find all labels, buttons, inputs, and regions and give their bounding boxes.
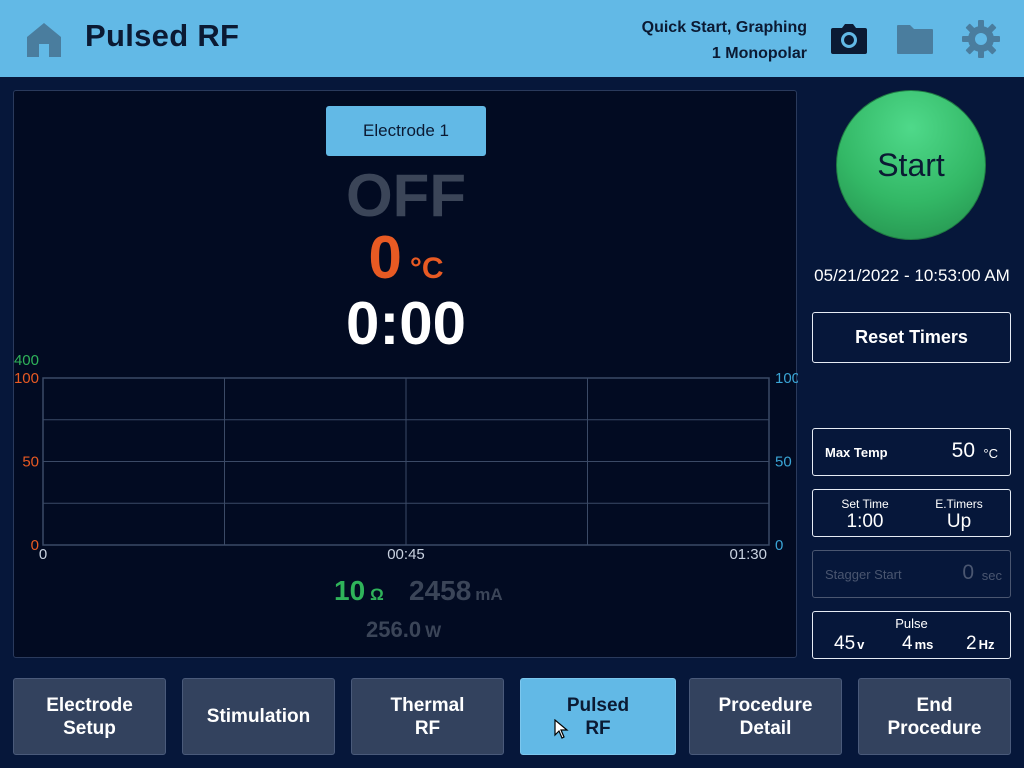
x-tick: 01:30 — [729, 546, 767, 561]
y-tick-left: 0 — [31, 537, 39, 554]
set-time-label: Set Time — [841, 497, 889, 511]
e-timers-value: Up — [946, 511, 972, 532]
timer-settings[interactable]: Set Time 1:00 E.Timers Up — [812, 489, 1011, 537]
y-tick-right: 0 — [775, 537, 783, 554]
pulse-voltage-value: 45 — [834, 633, 856, 654]
max-temp-label: Max Temp — [825, 445, 888, 460]
mouse-cursor-icon — [554, 719, 569, 739]
current-value: 2458 — [409, 575, 472, 606]
graph-chart: 1005004001005000 00:45 01:30 — [14, 352, 798, 561]
temperature-unit: °C — [409, 252, 444, 285]
impedance-readout: 10 Ω — [334, 575, 384, 607]
home-icon[interactable] — [24, 20, 64, 60]
pulse-width-value: 4 — [902, 633, 913, 654]
pulse-rate-value: 2 — [966, 633, 977, 654]
reset-timers-button[interactable]: Reset Timers — [812, 312, 1011, 363]
set-time: Set Time 1:00 — [827, 497, 903, 533]
max-temp-setting[interactable]: Max Temp 50 °C — [812, 428, 1011, 476]
e-timers-label: E.Timers — [935, 497, 983, 511]
gear-icon[interactable] — [961, 19, 1001, 59]
pulse-rate-unit: Hz — [978, 637, 995, 652]
y-tick-left: 50 — [22, 454, 39, 471]
header-bar: Pulsed RF Quick Start, Graphing 1 Monopo… — [0, 0, 1024, 77]
output-state: OFF — [346, 162, 466, 229]
start-button[interactable]: Start — [836, 90, 986, 240]
impedance-unit: Ω — [370, 585, 384, 604]
set-time-value: 1:00 — [846, 511, 884, 532]
temperature-value: 0 — [368, 224, 402, 291]
electrode-mode-label: 1 Monopolar — [711, 45, 807, 62]
nav-pulsed-rf[interactable]: Pulsed RF — [520, 678, 676, 755]
pulse-width: 4 ms — [902, 633, 933, 655]
impedance-value: 10 — [334, 575, 366, 606]
chart-grid — [42, 377, 770, 546]
nav-procedure-detail[interactable]: Procedure Detail — [689, 678, 842, 755]
temperature-readout: 0 °C — [14, 223, 798, 292]
x-tick: 00:45 — [387, 546, 425, 561]
x-tick: 0 — [39, 546, 47, 561]
stagger-start-value: 0 — [962, 561, 974, 584]
pulse-label: Pulse — [895, 616, 928, 631]
stagger-start-label: Stagger Start — [825, 567, 902, 582]
power-value: 256.0 — [366, 617, 422, 642]
max-temp-value: 50 — [951, 439, 975, 462]
nav-thermal-rf[interactable]: Thermal RF — [351, 678, 504, 755]
nav-electrode-setup[interactable]: Electrode Setup — [13, 678, 166, 755]
folder-icon[interactable] — [895, 19, 935, 59]
date-time: 05/21/2022 - 10:53:00 AM — [814, 266, 1010, 285]
pulse-width-unit: ms — [914, 637, 934, 652]
current-readout: 2458 mA — [409, 575, 503, 607]
stagger-start-unit: sec — [981, 568, 1002, 583]
max-temp-unit: °C — [983, 446, 998, 461]
power-unit: W — [425, 622, 442, 641]
electrode-tab[interactable]: Electrode 1 — [326, 106, 486, 156]
stagger-start-setting: Stagger Start 0 sec — [812, 550, 1011, 598]
pulse-settings[interactable]: Pulse 45 v 4 ms 2 Hz — [812, 611, 1011, 659]
mode-label: Quick Start, Graphing — [641, 19, 807, 36]
y-tick-right: 100 — [775, 370, 798, 387]
y-tick-left-top: 400 — [14, 352, 39, 369]
y-tick-left: 100 — [14, 370, 39, 387]
page-title: Pulsed RF — [85, 18, 240, 53]
nav-end-procedure[interactable]: End Procedure — [858, 678, 1011, 755]
pulse-rate: 2 Hz — [966, 633, 994, 655]
camera-icon[interactable] — [829, 19, 869, 59]
power-readout: 256.0 W — [366, 617, 441, 643]
electrode-panel: Electrode 1 OFF 0 °C 0:00 100 50 0 400 100 50 0… — [13, 90, 798, 658]
e-timers: E.Timers Up — [921, 497, 997, 533]
nav-stimulation[interactable]: Stimulation — [182, 678, 335, 755]
y-tick-right: 50 — [775, 454, 792, 471]
pulse-voltage-unit: v — [857, 637, 865, 652]
pulse-voltage: 45 v — [834, 633, 864, 655]
current-unit: mA — [475, 585, 503, 604]
